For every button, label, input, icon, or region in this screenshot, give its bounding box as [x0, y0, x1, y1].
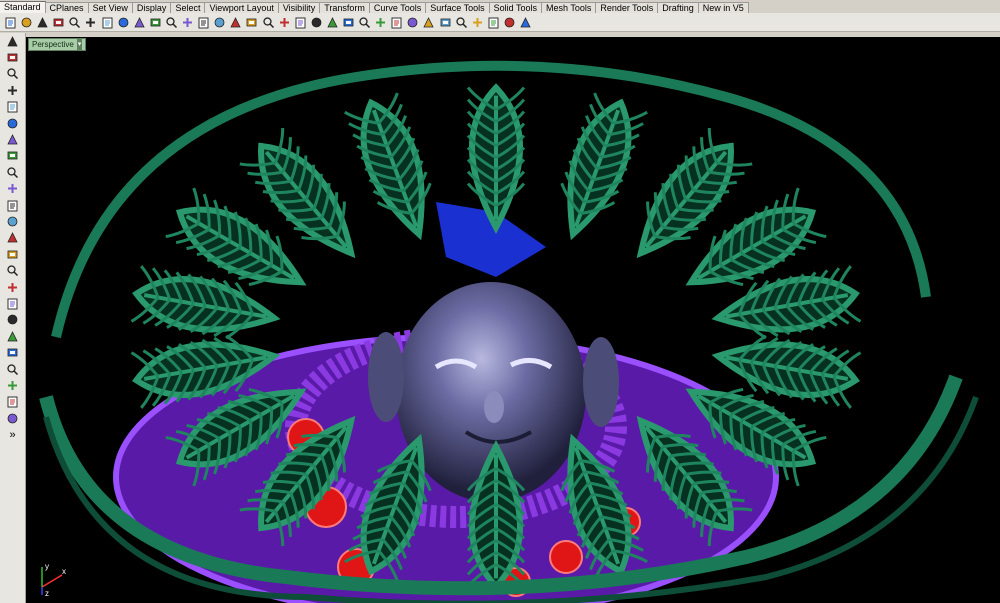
red-gem [549, 540, 583, 574]
standard-toolbar [0, 13, 1000, 32]
open-file-icon[interactable] [19, 15, 34, 30]
tab-render-tools[interactable]: Render Tools [595, 2, 659, 13]
light-icon[interactable] [341, 15, 356, 30]
four-views-icon[interactable] [261, 15, 276, 30]
3d-model-render [39, 60, 979, 603]
new-file-icon[interactable] [3, 15, 18, 30]
copy-icon[interactable] [100, 15, 115, 30]
surface-icon[interactable] [2, 197, 23, 213]
mesh-icon[interactable] [2, 279, 23, 295]
viewport-menu-icon[interactable]: ▾ [76, 39, 83, 50]
tab-select[interactable]: Select [170, 2, 206, 13]
boolean-icon[interactable] [2, 312, 23, 328]
perspective-viewport[interactable]: Perspective ▾ x y z [26, 37, 1000, 603]
tab-set-view[interactable]: Set View [87, 2, 133, 13]
drafting-icon[interactable] [502, 15, 517, 30]
polygon-icon[interactable] [2, 164, 23, 180]
grid-snap-icon[interactable] [277, 15, 292, 30]
render-icon[interactable] [470, 15, 485, 30]
import-icon[interactable] [67, 15, 82, 30]
show-icon[interactable] [325, 15, 340, 30]
cylinder-icon[interactable] [2, 262, 23, 278]
zoom-extents-icon[interactable] [212, 15, 227, 30]
print-icon[interactable] [51, 15, 66, 30]
hide-icon[interactable] [309, 15, 324, 30]
tab-surface-tools[interactable]: Surface Tools [425, 2, 490, 13]
leaf-element [344, 92, 432, 241]
zoom-selected-icon[interactable] [228, 15, 243, 30]
polyline-icon[interactable] [2, 66, 23, 82]
render-preview-icon[interactable] [421, 15, 436, 30]
pan-icon[interactable] [148, 15, 163, 30]
text-icon[interactable] [2, 361, 23, 377]
curve-icon[interactable] [2, 82, 23, 98]
axis-x-label: x [62, 567, 66, 576]
rotate-view-icon[interactable] [164, 15, 179, 30]
render-cube-icon[interactable] [2, 410, 23, 426]
tab-drafting[interactable]: Drafting [657, 2, 699, 13]
shaded-icon[interactable] [438, 15, 453, 30]
layout-icon[interactable] [2, 394, 23, 410]
undo-icon[interactable] [132, 15, 147, 30]
more-icon[interactable]: » [2, 426, 23, 442]
zoom-window-icon[interactable] [196, 15, 211, 30]
fillet-icon[interactable] [2, 181, 23, 197]
leaf-element [466, 83, 526, 234]
transform-icon[interactable] [2, 328, 23, 344]
cut-icon[interactable] [83, 15, 98, 30]
extrude-icon[interactable] [2, 213, 23, 229]
tab-viewport-layout[interactable]: Viewport Layout [204, 2, 279, 13]
tab-solid-tools[interactable]: Solid Tools [488, 2, 542, 13]
select-icon[interactable] [293, 15, 308, 30]
properties-icon[interactable] [405, 15, 420, 30]
loft-icon[interactable] [2, 295, 23, 311]
point-icon[interactable] [2, 49, 23, 65]
sweep-icon[interactable] [486, 15, 501, 30]
layer-icon[interactable] [373, 15, 388, 30]
tab-mesh-tools[interactable]: Mesh Tools [540, 2, 597, 13]
paste-icon[interactable] [116, 15, 131, 30]
tab-cplanes[interactable]: CPlanes [44, 2, 89, 13]
undo-view-icon[interactable] [244, 15, 259, 30]
tab-standard[interactable]: Standard [0, 1, 46, 13]
tab-visibility[interactable]: Visibility [277, 2, 321, 13]
material-icon[interactable] [389, 15, 404, 30]
select-arrow-icon[interactable] [2, 33, 23, 49]
rendered-icon[interactable] [454, 15, 469, 30]
array-icon[interactable] [2, 344, 23, 360]
viewport-label: Perspective [32, 40, 74, 49]
toolbar-tab-strip: Standard CPlanes Set View Display Select View… [0, 0, 1000, 14]
left-tool-palette: » [0, 33, 26, 603]
axis-indicator: x y z [41, 562, 66, 597]
help-icon[interactable] [518, 15, 533, 30]
tab-curve-tools[interactable]: Curve Tools [368, 2, 427, 13]
zoom-icon[interactable] [180, 15, 195, 30]
rectangle-icon[interactable] [2, 148, 23, 164]
axis-z-label: z [45, 589, 49, 597]
axis-y-label: y [45, 562, 49, 571]
sphere-icon[interactable] [2, 246, 23, 262]
tab-transform[interactable]: Transform [319, 2, 370, 13]
solid-box-icon[interactable] [2, 230, 23, 246]
viewport-title-tab[interactable]: Perspective ▾ [28, 38, 87, 51]
circle-icon[interactable] [2, 99, 23, 115]
lock-icon[interactable] [357, 15, 372, 30]
ellipse-icon[interactable] [2, 131, 23, 147]
arc-icon[interactable] [2, 115, 23, 131]
save-icon[interactable] [35, 15, 50, 30]
leaf-element [560, 92, 648, 241]
tab-display[interactable]: Display [131, 2, 172, 13]
dimension-icon[interactable] [2, 377, 23, 393]
tab-new-in-v5[interactable]: New in V5 [697, 2, 749, 13]
